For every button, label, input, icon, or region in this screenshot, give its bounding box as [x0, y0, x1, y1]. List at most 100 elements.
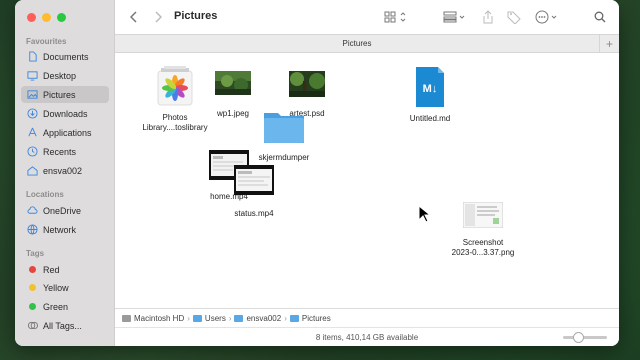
file-name-line2: Library....toslibrary	[142, 123, 208, 132]
breadcrumb-item[interactable]: ensva002	[234, 314, 281, 323]
status-text: 8 items, 410,14 GB available	[315, 333, 419, 342]
view-icons-button[interactable]	[383, 9, 411, 25]
folder-icon	[192, 314, 202, 322]
sidebar-item-onedrive[interactable]: OneDrive	[21, 202, 109, 219]
tag-button[interactable]	[506, 9, 522, 25]
file-item[interactable]: M↓ Untitled.md	[402, 66, 458, 124]
sidebar-item-label: Green	[43, 301, 69, 312]
file-name: skjermdumper	[258, 153, 310, 162]
share-icon	[483, 10, 493, 24]
sidebar-item-label: Downloads	[43, 108, 88, 119]
toolbar: Pictures	[115, 0, 619, 34]
more-actions-button[interactable]	[535, 9, 561, 25]
sidebar-item-recents[interactable]: Recents	[21, 143, 109, 160]
applications-icon	[27, 127, 38, 138]
file-area: Photos Library....toslibrary wp1.jpeg ar…	[115, 53, 619, 308]
screenshot-thumbnail	[463, 202, 503, 228]
breadcrumb-label: ensva002	[246, 313, 282, 323]
file-item[interactable]: Photos Library....toslibrary	[139, 65, 211, 133]
group-by-button[interactable]	[443, 9, 469, 25]
breadcrumb-item[interactable]: Pictures	[289, 314, 331, 323]
sidebar-tag-green[interactable]: Green	[21, 298, 109, 315]
sidebar-item-pictures[interactable]: Pictures	[21, 86, 109, 103]
globe-icon	[27, 224, 38, 235]
clock-icon	[27, 146, 38, 157]
hard-drive-icon	[122, 314, 131, 322]
plus-icon: +	[605, 36, 613, 51]
image-thumbnail	[215, 71, 251, 95]
sidebar-item-network[interactable]: Network	[21, 221, 109, 238]
slider-knob[interactable]	[572, 332, 584, 343]
tags-heading: Tags	[26, 249, 45, 258]
group-icon	[443, 11, 465, 23]
sidebar-item-label: Pictures	[43, 89, 76, 100]
red-tag-dot-icon	[27, 264, 38, 275]
cloud-icon	[27, 205, 38, 216]
file-name: status.mp4	[234, 209, 274, 218]
sidebar-item-label: Recents	[43, 146, 77, 157]
folder-icon	[264, 113, 304, 143]
sidebar-item-label: All Tags...	[43, 320, 82, 331]
svg-text:M↓: M↓	[423, 83, 438, 95]
breadcrumb-separator: ›	[187, 313, 190, 323]
close-button[interactable]	[27, 13, 36, 22]
sidebar-item-applications[interactable]: Applications	[21, 124, 109, 141]
file-item[interactable]: skjermdumper	[252, 109, 316, 163]
file-name: Photos	[162, 113, 188, 122]
sidebar-item-downloads[interactable]: Downloads	[21, 105, 109, 122]
tab-pictures[interactable]: Pictures	[115, 39, 599, 48]
window-title: Pictures	[174, 10, 218, 22]
window-controls	[27, 13, 66, 22]
sidebar-item-home[interactable]: ensva002	[21, 162, 109, 179]
file-name: wp1.jpeg	[216, 109, 250, 118]
sidebar-tag-yellow[interactable]: Yellow	[21, 279, 109, 296]
minimize-button[interactable]	[42, 13, 51, 22]
photos-library-icon	[157, 66, 193, 106]
sidebar-item-label: Documents	[43, 51, 89, 62]
breadcrumb-separator: ›	[284, 313, 287, 323]
forward-button[interactable]	[151, 9, 165, 25]
search-button[interactable]	[593, 9, 607, 25]
document-icon	[27, 51, 38, 62]
breadcrumb-item[interactable]: Users	[192, 313, 226, 323]
sidebar-item-label: Yellow	[43, 282, 69, 293]
sidebar-item-documents[interactable]: Documents	[21, 48, 109, 65]
sidebar-item-label: OneDrive	[43, 205, 82, 216]
sidebar-item-label: Red	[43, 264, 60, 275]
breadcrumb-label: Users	[204, 313, 226, 323]
breadcrumb-item[interactable]: Macintosh HD	[122, 314, 184, 323]
file-name-line2: 2023-0...3.37.png	[451, 248, 515, 257]
breadcrumb-separator: ›	[228, 313, 232, 323]
breadcrumb-label: Macintosh HD	[134, 313, 185, 323]
image-thumbnail	[289, 71, 325, 97]
tag-icon	[507, 11, 521, 24]
ellipsis-circle-icon	[535, 10, 557, 24]
file-name: Untitled.md	[409, 114, 451, 123]
file-item[interactable]: status.mp4	[232, 165, 276, 219]
markdown-icon: M↓	[416, 67, 444, 107]
pictures-icon	[27, 89, 38, 100]
zoom-button[interactable]	[57, 13, 66, 22]
file-name: Screenshot	[462, 238, 504, 247]
share-button[interactable]	[481, 9, 495, 25]
file-item[interactable]: Screenshot 2023-0...3.37.png	[446, 202, 520, 258]
green-tag-dot-icon	[27, 301, 38, 312]
downloads-icon	[27, 108, 38, 119]
sidebar-item-all-tags[interactable]: All Tags...	[21, 317, 109, 334]
back-button[interactable]	[127, 9, 141, 25]
sidebar-tag-red[interactable]: Red	[21, 261, 109, 278]
new-tab-button[interactable]: +	[599, 35, 619, 52]
yellow-tag-dot-icon	[27, 282, 38, 293]
video-thumbnail	[234, 165, 274, 195]
file-item[interactable]: wp1.jpeg	[210, 71, 256, 119]
sidebar-item-desktop[interactable]: Desktop	[21, 67, 109, 84]
chevron-left-icon	[130, 11, 137, 23]
sidebar-item-label: Network	[43, 224, 77, 235]
sidebar: Favourites Documents Desktop Pictures Do…	[15, 0, 115, 346]
path-bar: Macintosh HD › Users › ensva002 › Pictur…	[115, 308, 619, 327]
tab-bar: Pictures +	[115, 34, 619, 53]
tags-icon	[27, 320, 38, 331]
grid-view-icon	[384, 11, 406, 23]
icon-size-slider[interactable]	[563, 332, 607, 343]
folder-icon	[234, 314, 244, 322]
